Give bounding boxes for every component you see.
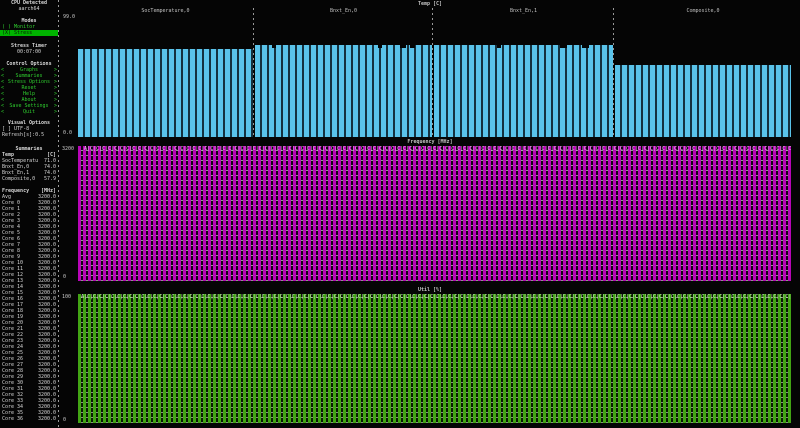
control-options-list: <Graphs><Summaries><Stress Options><Rese… (0, 67, 58, 115)
summary-value: 57.9 (44, 176, 56, 182)
temp-section-separator (613, 8, 614, 137)
temp-section-separator (253, 8, 254, 137)
temp-graph-title: Temp [C] (60, 1, 800, 7)
summary-name: Core 36 (2, 416, 23, 422)
temp-dip-notch (410, 45, 415, 48)
freq-ymin-label: 0 (63, 274, 66, 280)
temp-dip-notch (497, 45, 501, 48)
temp-section-bars-0 (78, 49, 253, 137)
freq-graph-title: Frequency [MHz] (60, 139, 800, 145)
refresh-rate-field[interactable]: Refresh[s]:0.5 (0, 132, 58, 138)
sidebar-separator (58, 0, 59, 428)
temp-graph (78, 14, 791, 137)
util-graph-top-pattern: A|C|C|C|C|C|C|C|C|C|C|C|C|C|C|C|C|C|C|C|… (81, 294, 791, 300)
util-graph (78, 294, 791, 423)
summary-value: 3200.0 (38, 416, 56, 422)
sidebar: CPU Detected aarch64 Modes ( ) Monitor (… (0, 0, 58, 145)
item-left-arrow: < (1, 109, 4, 115)
s-tui-terminal: CPU Detected aarch64 Modes ( ) Monitor (… (0, 0, 800, 428)
temp-dip-notch (560, 45, 567, 48)
temp-dip-notch (400, 45, 406, 48)
temp-dip-notch (272, 45, 276, 48)
freq-graph (78, 146, 791, 281)
freq-ymax-label: 3200 (62, 146, 74, 152)
summary-row: Core 36 3200.0 (0, 416, 58, 422)
temp-section-bars-2 (434, 45, 613, 137)
temp-section-bars-1 (255, 45, 432, 137)
temp-section-bars-3 (615, 65, 791, 137)
util-graph-title: Util [%] (60, 287, 800, 293)
freq-graph-top-pattern: A|C|C|C|C|C|C|C|C|C|C|C|C|C|C|C|C|C|C|C|… (84, 146, 791, 152)
item-right-arrow: > (54, 109, 57, 115)
temp-dip-notch (378, 45, 382, 48)
summary-row: Composite,0 57.9 (0, 176, 58, 182)
util-ymax-label: 100 (62, 294, 71, 300)
summary-name: Composite,0 (2, 176, 35, 182)
util-ymin-label: 0 (63, 417, 66, 423)
summaries-panel: Summaries Temp[C]SocTemperatu71.0Bnxt_En… (0, 146, 58, 422)
temp-section-separator (432, 8, 433, 137)
temp-dip-notch (582, 45, 589, 48)
item-label: Quit (23, 109, 35, 115)
temp-ymax-label: 99.0 (63, 14, 75, 20)
temp-ymin-label: 0.0 (63, 130, 72, 136)
